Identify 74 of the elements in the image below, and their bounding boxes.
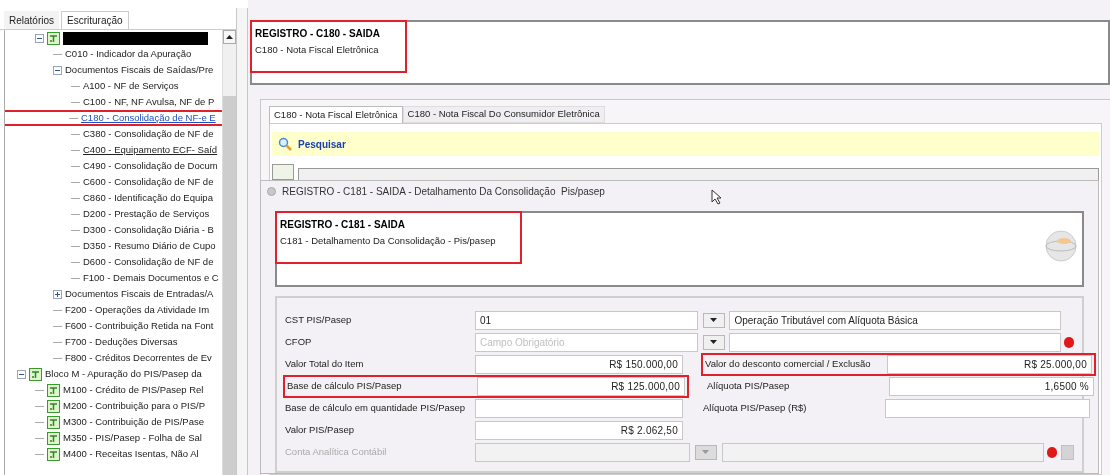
tree-item[interactable]: F700 - Deduções Diversas [65,334,178,350]
tree-item[interactable]: C010 - Indicador da Apuração [65,46,192,62]
tab[interactable]: C180 - Nota Fiscal Eletrônica [269,106,403,123]
field-label: Base de cálculo em quantidade PIS/Pasep [285,400,467,415]
tree-item[interactable]: C400 - Equipamento ECF- Saíd [83,142,218,158]
tree-item[interactable]: F200 - Operações da Atividade Im [65,302,210,318]
tree-item[interactable]: C100 - NF, NF Avulsa, NF de P [83,94,215,110]
input-field[interactable] [729,332,1062,352]
tree-item[interactable]: M350 - PIS/Pasep - Folha de Sal [63,430,202,446]
tree-item[interactable]: M400 - Receitas Isentas, Não Al [63,446,199,462]
input-field[interactable]: R$ 2.062,50 [475,420,683,440]
tab[interactable]: Escrituração [61,11,129,29]
tree-item[interactable]: F600 - Contribuição Retida na Font [65,318,214,334]
tree-item[interactable]: F800 - Créditos Decorrentes de Ev [65,350,212,366]
tab[interactable]: C180 - Nota Fiscal Do Consumidor Eletrônica [402,106,605,123]
field-label: CST PIS/Pasep [285,312,353,327]
tree-item[interactable]: F100 - Demais Documentos e C [83,270,219,286]
input-field[interactable] [475,398,683,418]
tree-item[interactable]: C600 - Consolidação de NF de [83,174,214,190]
expand-icon[interactable] [53,289,62,299]
collapse-icon[interactable] [53,65,62,75]
record-title: REGISTRO - C181 - SAIDA [280,218,407,232]
dropdown-button[interactable] [702,312,725,328]
scroll-up-icon[interactable] [223,30,236,44]
record-title: REGISTRO - C180 - SAIDA [255,27,381,41]
input-field[interactable]: Operação Tributável com Alíquota Básica [729,310,1062,330]
input-field[interactable]: Campo Obrigatório [475,332,698,352]
tree-item[interactable]: Bloco M - Apuração do PIS/Pasep da [45,366,202,382]
input-field[interactable]: R$ 150.000,00 [475,354,683,374]
tab[interactable]: Relatórios [4,11,60,29]
cursor-icon [710,189,722,205]
tree-item[interactable]: D350 - Resumo Diário de Cupo [83,238,216,254]
search-button[interactable]: Pesquisar [278,136,346,152]
tree-item[interactable]: D600 - Consolidação de NF de [83,254,214,270]
record-subtitle: C181 - Detalhamento Da Consolidação - Pis/pasep [280,234,496,248]
add-button[interactable] [272,164,294,180]
tree-item[interactable]: C860 - Identificação do Equipa [83,190,213,206]
tree-item[interactable]: D300 - Consolidação Diária - B [83,222,214,238]
window-title: REGISTRO - C181 - SAIDA - Detalhamento Da Consolidação Pis/pasep [282,184,605,199]
search-icon [278,137,292,151]
field-label: Conta Analítica Contábil [285,444,388,459]
tree-item[interactable]: Documentos Fiscais de Saídas/Pre [65,62,214,78]
field-label: Alíquota PIS/Pasep [707,378,791,393]
field-label: CFOP [285,334,313,349]
dropdown-button[interactable] [702,334,725,350]
field-label: Base de cálculo PIS/Pasep [287,378,403,393]
window-icon [267,186,276,196]
tree-item[interactable]: C490 - Consolidação de Docum [83,158,218,174]
field-label: Valor do desconto comercial / Exclusão [705,356,872,371]
globe-logo-icon [1044,229,1078,263]
scrollbar[interactable] [222,30,236,475]
tree-item[interactable]: C380 - Consolidação de NF de [83,126,214,142]
caret-icon [710,340,718,344]
collapse-icon[interactable] [35,33,44,43]
scroll-thumb[interactable] [223,96,236,475]
record-subtitle: C180 - Nota Fiscal Eletrônica [255,43,380,57]
tree-item[interactable]: A100 - NF de Serviços [83,78,179,94]
field-label: Valor PIS/Pasep [285,422,355,437]
tree-item[interactable]: C180 - Consolidação de NF-e E [81,110,216,126]
field-label: Valor Total do Item [285,356,365,371]
caret-icon [710,318,718,322]
tree-item[interactable]: Documentos Fiscais de Entradas/A [65,286,214,302]
input-field[interactable]: 01 [475,310,698,330]
input-field[interactable] [885,398,1090,418]
field-label: Alíquota PIS/Pasep (R$) [703,400,808,415]
tree-item[interactable]: M100 - Crédito de PIS/Pasep Rel [63,382,204,398]
caret-icon [702,450,710,454]
collapse-icon[interactable] [17,369,26,379]
input-field[interactable]: 1,6500 % [889,376,1094,396]
input-field[interactable]: R$ 25.000,00 [887,354,1092,374]
tree-item[interactable]: D200 - Prestação de Serviços [83,206,210,222]
tree-item[interactable]: M200 - Contribuição para o PIS/P [63,398,206,414]
tree-item[interactable]: M300 - Contribuição de PIS/Pase [63,414,204,430]
input-field[interactable]: R$ 125.000,00 [477,376,685,396]
